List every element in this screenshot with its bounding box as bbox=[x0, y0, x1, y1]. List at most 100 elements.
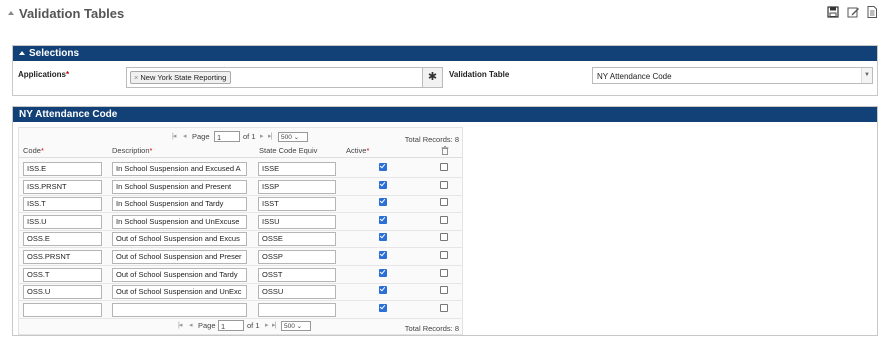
prev-page-icon[interactable]: ◂ bbox=[183, 132, 186, 140]
header-divider bbox=[19, 157, 462, 158]
state-code-input[interactable] bbox=[258, 302, 336, 317]
edit-icon[interactable] bbox=[847, 6, 861, 20]
attendance-code-header: NY Attendance Code bbox=[13, 107, 877, 122]
code-input[interactable]: ISS.T bbox=[23, 197, 102, 212]
page-label: Page bbox=[192, 132, 210, 141]
active-checkbox[interactable] bbox=[379, 303, 387, 312]
state-code-input[interactable]: OSSU bbox=[258, 285, 336, 300]
active-checkbox[interactable] bbox=[379, 215, 387, 224]
first-page-icon[interactable]: |◂ bbox=[172, 132, 176, 140]
description-input[interactable]: In School Suspension and Present bbox=[112, 179, 247, 194]
code-input[interactable]: OSS.PRSNT bbox=[23, 250, 102, 264]
state-code-input[interactable]: OSSP bbox=[258, 250, 336, 264]
active-checkbox[interactable] bbox=[379, 198, 387, 207]
delete-checkbox[interactable] bbox=[440, 268, 448, 277]
attendance-code-title: NY Attendance Code bbox=[19, 109, 118, 120]
description-input[interactable]: In School Suspension and UnExcuse bbox=[112, 214, 247, 229]
page-of-label: of 1 bbox=[247, 321, 260, 330]
table-row: ISS.T In School Suspension and Tardy ISST bbox=[19, 194, 462, 214]
next-page-icon[interactable]: ▸ bbox=[265, 321, 268, 329]
page-header: Validation Tables bbox=[0, 0, 888, 28]
application-chip[interactable]: × New York State Reporting bbox=[130, 71, 232, 84]
col-header-code: Code* bbox=[23, 146, 44, 155]
delete-checkbox[interactable] bbox=[440, 198, 448, 207]
selections-header[interactable]: Selections bbox=[13, 46, 877, 61]
active-checkbox[interactable] bbox=[379, 163, 387, 171]
table-row: OSS.U Out of School Suspension and UnExc O… bbox=[19, 282, 462, 302]
total-records: Total Records: 8 bbox=[404, 135, 459, 144]
description-input[interactable]: In School Suspension and Excused A bbox=[112, 162, 247, 176]
applications-field[interactable]: × New York State Reporting bbox=[126, 67, 433, 88]
state-code-input[interactable]: OSSE bbox=[258, 232, 336, 247]
active-checkbox[interactable] bbox=[379, 251, 387, 259]
remove-chip-icon[interactable]: × bbox=[134, 73, 138, 82]
description-input[interactable] bbox=[112, 302, 247, 317]
validation-table-select[interactable]: NY Attendance Code ▼ bbox=[592, 67, 873, 84]
delete-checkbox[interactable] bbox=[440, 163, 448, 171]
code-input[interactable]: ISS.U bbox=[23, 214, 102, 229]
document-icon[interactable] bbox=[866, 6, 880, 20]
state-code-input[interactable]: OSST bbox=[258, 267, 336, 282]
state-code-input[interactable]: ISSE bbox=[258, 162, 336, 176]
collapse-icon bbox=[19, 51, 25, 55]
required-mark: * bbox=[366, 146, 370, 155]
code-input[interactable]: ISS.E bbox=[23, 162, 102, 176]
col-active-text: Active bbox=[346, 146, 367, 155]
page-number-input[interactable]: 1 bbox=[214, 131, 240, 142]
selections-panel: Selections Applications* × New York State… bbox=[12, 45, 878, 96]
first-page-icon[interactable]: |◂ bbox=[178, 321, 182, 329]
validation-table-label: Validation Table bbox=[449, 70, 510, 79]
code-input[interactable]: ISS.PRSNT bbox=[23, 179, 102, 194]
page-size-value: 500 bbox=[284, 323, 295, 330]
chevron-down-icon[interactable]: ▼ bbox=[861, 68, 872, 83]
applications-lookup-button[interactable]: ✱ bbox=[422, 67, 443, 88]
delete-checkbox[interactable] bbox=[440, 233, 448, 242]
delete-column-icon[interactable] bbox=[441, 146, 449, 157]
selections-title: Selections bbox=[29, 48, 80, 59]
code-input[interactable] bbox=[23, 302, 102, 317]
applications-label: Applications* bbox=[18, 70, 69, 79]
delete-checkbox[interactable] bbox=[440, 215, 448, 224]
delete-checkbox[interactable] bbox=[440, 303, 448, 312]
collapse-toggle-icon[interactable] bbox=[8, 11, 14, 15]
next-page-icon[interactable]: ▸ bbox=[260, 132, 263, 140]
state-code-input[interactable]: ISSP bbox=[258, 179, 336, 194]
page-of-label: of 1 bbox=[243, 132, 256, 141]
save-icon[interactable] bbox=[827, 6, 841, 20]
delete-checkbox[interactable] bbox=[440, 251, 448, 259]
page-number-input[interactable]: 1 bbox=[218, 320, 244, 331]
code-input[interactable]: OSS.T bbox=[23, 267, 102, 282]
code-input[interactable]: OSS.E bbox=[23, 232, 102, 247]
page-size-select[interactable]: 500 ⌄ bbox=[281, 321, 311, 331]
state-code-input[interactable]: ISST bbox=[258, 197, 336, 212]
active-checkbox[interactable] bbox=[379, 268, 387, 277]
state-code-input[interactable]: ISSU bbox=[258, 214, 336, 229]
active-checkbox[interactable] bbox=[379, 286, 387, 295]
last-page-icon[interactable]: ▸| bbox=[272, 321, 276, 329]
description-input[interactable]: Out of School Suspension and Tardy bbox=[112, 267, 247, 282]
active-checkbox[interactable] bbox=[379, 233, 387, 242]
page-size-value: 500 bbox=[281, 134, 292, 141]
delete-checkbox[interactable] bbox=[440, 286, 448, 295]
table-row: OSS.E Out of School Suspension and Excus O… bbox=[19, 229, 462, 249]
col-header-active: Active* bbox=[346, 146, 369, 155]
col-description-text: Description bbox=[112, 146, 150, 155]
codes-grid: |◂ ◂ Page 1 of 1 ▸ ▸| 500 ⌄ Total Record… bbox=[18, 127, 463, 335]
total-records: Total Records: 8 bbox=[404, 324, 459, 333]
page-size-select[interactable]: 500 ⌄ bbox=[278, 132, 308, 142]
code-input[interactable]: OSS.U bbox=[23, 285, 102, 300]
applications-label-text: Applications bbox=[18, 70, 67, 79]
description-input[interactable]: Out of School Suspension and UnExc bbox=[112, 285, 247, 300]
validation-table-value: NY Attendance Code bbox=[597, 72, 672, 81]
page-label: Page bbox=[198, 321, 216, 330]
page-title: Validation Tables bbox=[19, 6, 125, 21]
description-input[interactable]: Out of School Suspension and Preser bbox=[112, 250, 247, 264]
description-input[interactable]: In School Suspension and Tardy bbox=[112, 197, 247, 212]
prev-page-icon[interactable]: ◂ bbox=[189, 321, 192, 329]
table-row: ISS.E In School Suspension and Excused A I… bbox=[19, 159, 462, 178]
pager-bottom: |◂ ◂ Page 1 of 1 ▸ ▸| 500 ⌄ Total Record… bbox=[19, 320, 462, 334]
last-page-icon[interactable]: ▸| bbox=[268, 132, 272, 140]
description-input[interactable]: Out of School Suspension and Excus bbox=[112, 232, 247, 247]
delete-checkbox[interactable] bbox=[440, 180, 448, 189]
active-checkbox[interactable] bbox=[379, 180, 387, 189]
